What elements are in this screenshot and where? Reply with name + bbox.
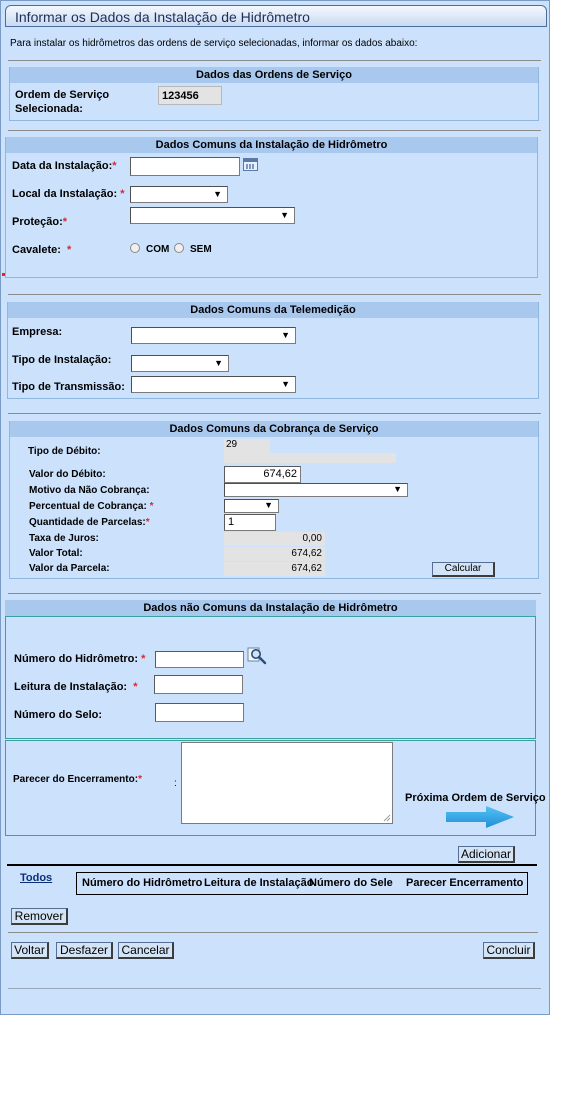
parecer-label: Parecer do Encerramento:*	[13, 774, 142, 785]
parcelas-label: Quantidade de Parcelas:*	[29, 517, 150, 528]
cavalete-sem-label: SEM	[190, 244, 212, 255]
footer-divider	[8, 988, 541, 989]
valor-parcela-value: 674,62	[224, 562, 325, 576]
percentual-label: Percentual de Cobrança: *	[29, 501, 154, 512]
divider	[8, 413, 541, 414]
juros-label: Taxa de Juros:	[29, 533, 99, 544]
search-icon[interactable]	[247, 647, 267, 665]
empresa-label: Empresa:	[12, 326, 63, 338]
cancelar-button[interactable]: Cancelar	[118, 942, 174, 959]
cavalete-sem-radio[interactable]	[174, 243, 184, 253]
concluir-button[interactable]: Concluir	[483, 942, 535, 959]
data-instalacao-label: Data da Instalação:*	[12, 160, 117, 172]
tipo-debito-label: Tipo de Débito:	[28, 446, 101, 457]
ordem-value: 123456	[158, 86, 222, 105]
title-bar: Informar os Dados da Instalação de Hidrô…	[5, 5, 547, 27]
form-panel: Informar os Dados da Instalação de Hidrô…	[0, 0, 550, 1015]
valor-total-label: Valor Total:	[29, 548, 83, 559]
valor-total-value: 674,62	[224, 547, 325, 561]
tipo-transmissao-select[interactable]: ▼	[131, 376, 296, 393]
chevron-down-icon: ▼	[213, 189, 222, 199]
divider	[8, 593, 541, 594]
chevron-down-icon: ▼	[281, 379, 290, 389]
col-numero-selo: Número do Sele	[309, 877, 393, 889]
parcelas-input[interactable]: 1	[224, 514, 276, 531]
percentual-select[interactable]: ▼	[224, 499, 279, 513]
cavalete-com-label: COM	[146, 244, 170, 255]
numero-hidrometro-input[interactable]	[155, 651, 244, 668]
calendar-icon[interactable]	[243, 158, 258, 171]
intro-text: Para instalar os hidrômetros das ordens …	[10, 38, 418, 49]
tipo-debito-description	[224, 453, 396, 463]
chevron-down-icon: ▼	[214, 358, 223, 368]
marker-dot	[2, 273, 5, 276]
tipo-debito-value: 29	[224, 439, 270, 453]
instalacao-header: Dados Comuns da Instalação de Hidrômetro	[6, 137, 537, 153]
juros-value: 0,00	[224, 532, 325, 546]
data-instalacao-input[interactable]	[130, 157, 240, 176]
protecao-select[interactable]: ▼	[130, 207, 295, 224]
divider	[8, 130, 541, 131]
divider	[8, 294, 541, 295]
divider	[8, 60, 541, 61]
col-numero-hidrometro: Número do Hidrômetro	[82, 877, 203, 889]
todos-link[interactable]: Todos	[20, 872, 52, 884]
nao-comuns-header: Dados não Comuns da Instalação de Hidrôm…	[5, 600, 536, 616]
col-leitura-instalacao: Leitura de Instalação	[204, 877, 314, 889]
desfazer-button[interactable]: Desfazer	[56, 942, 113, 959]
adicionar-button[interactable]: Adicionar	[458, 846, 515, 863]
col-parecer-encerramento: Parecer Encerramento	[406, 877, 524, 889]
local-instalacao-label: Local da Instalação: *	[12, 188, 125, 200]
ordem-label-line2: Selecionada:	[15, 103, 83, 115]
cavalete-com-radio[interactable]	[130, 243, 140, 253]
chevron-down-icon: ▼	[264, 500, 273, 510]
ordens-header: Dados das Ordens de Serviço	[10, 67, 538, 83]
parecer-colon: :	[174, 778, 177, 789]
tipo-instalacao-select[interactable]: ▼	[131, 355, 229, 372]
cobranca-header: Dados Comuns da Cobrança de Serviço	[10, 421, 538, 437]
protecao-label: Proteção:*	[12, 216, 68, 228]
valor-parcela-label: Valor da Parcela:	[29, 563, 110, 574]
local-instalacao-select[interactable]: ▼	[130, 186, 228, 203]
valor-debito-input[interactable]: 674,62	[224, 466, 301, 483]
chevron-down-icon: ▼	[393, 484, 402, 494]
leitura-label: Leitura de Instalação: *	[14, 681, 138, 693]
leitura-input[interactable]	[154, 675, 243, 694]
resize-grip-icon[interactable]	[383, 814, 391, 822]
arrow-right-icon[interactable]	[446, 805, 516, 829]
voltar-button[interactable]: Voltar	[11, 942, 49, 959]
ordem-label-line1: Ordem de Serviço	[15, 89, 110, 101]
numero-selo-input[interactable]	[155, 703, 244, 722]
calcular-button[interactable]: Calcular	[432, 562, 495, 577]
remover-button[interactable]: Remover	[11, 908, 68, 925]
hidrometros-table-header: Número do Hidrômetro Leitura de Instalaç…	[76, 872, 528, 895]
proxima-ordem-label: Próxima Ordem de Serviço	[405, 792, 546, 804]
table-top-rule	[7, 864, 537, 866]
valor-debito-label: Valor do Débito:	[29, 469, 106, 480]
cavalete-label: Cavalete: *	[12, 244, 72, 256]
numero-hidrometro-label: Número do Hidrômetro: *	[14, 653, 146, 665]
chevron-down-icon: ▼	[280, 210, 289, 220]
tipo-transmissao-label: Tipo de Transmissão:	[12, 381, 125, 393]
telemedicao-header: Dados Comuns da Telemedição	[8, 302, 538, 318]
page-title: Informar os Dados da Instalação de Hidrô…	[15, 9, 310, 25]
parecer-textarea[interactable]	[181, 742, 393, 824]
empresa-select[interactable]: ▼	[131, 327, 296, 344]
tipo-instalacao-label: Tipo de Instalação:	[12, 354, 112, 366]
motivo-select[interactable]: ▼	[224, 483, 408, 497]
motivo-label: Motivo da Não Cobrança:	[29, 485, 150, 496]
chevron-down-icon: ▼	[281, 330, 290, 340]
numero-selo-label: Número do Selo:	[14, 709, 103, 721]
divider	[8, 932, 538, 933]
